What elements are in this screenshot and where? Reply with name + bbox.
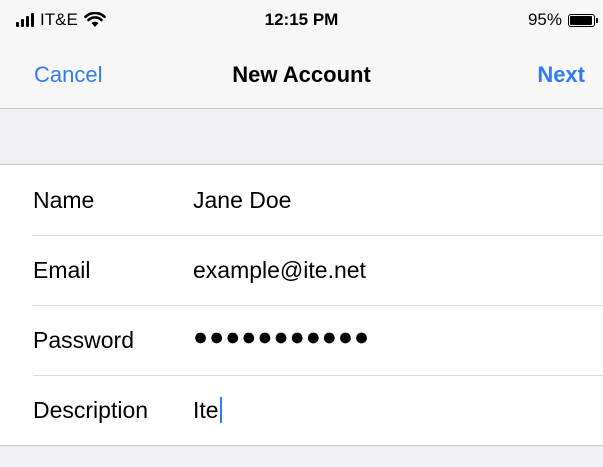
name-label: Name bbox=[33, 187, 95, 213]
battery-percent: 95% bbox=[527, 10, 562, 29]
email-label: Email bbox=[33, 257, 91, 283]
description-field[interactable]: Ite bbox=[193, 397, 222, 424]
password-field[interactable]: ●●●●●●●●●●● bbox=[193, 323, 370, 352]
text-cursor bbox=[219, 397, 222, 423]
description-label: Description bbox=[33, 397, 149, 423]
page-title: New Account bbox=[232, 62, 371, 87]
name-row[interactable]: Name Jane Doe bbox=[0, 165, 603, 235]
name-field[interactable]: Jane Doe bbox=[193, 187, 291, 214]
account-form: Name Jane Doe Email example@ite.net Pass… bbox=[0, 164, 603, 446]
next-button[interactable]: Next bbox=[537, 62, 585, 88]
status-bar: IT&E 12:15 PM 95% bbox=[0, 0, 603, 46]
password-label: Password bbox=[33, 327, 134, 353]
battery-fill bbox=[570, 15, 592, 25]
email-field[interactable]: example@ite.net bbox=[193, 257, 366, 284]
password-row[interactable]: Password ●●●●●●●●●●● bbox=[0, 305, 603, 375]
status-right: 95% bbox=[527, 10, 598, 30]
email-row[interactable]: Email example@ite.net bbox=[0, 235, 603, 305]
battery-icon bbox=[568, 13, 598, 27]
description-value: Ite bbox=[193, 397, 219, 423]
description-row[interactable]: Description Ite bbox=[0, 375, 603, 445]
navigation-bar: Cancel New Account Next bbox=[0, 46, 603, 109]
status-time: 12:15 PM bbox=[264, 10, 339, 29]
